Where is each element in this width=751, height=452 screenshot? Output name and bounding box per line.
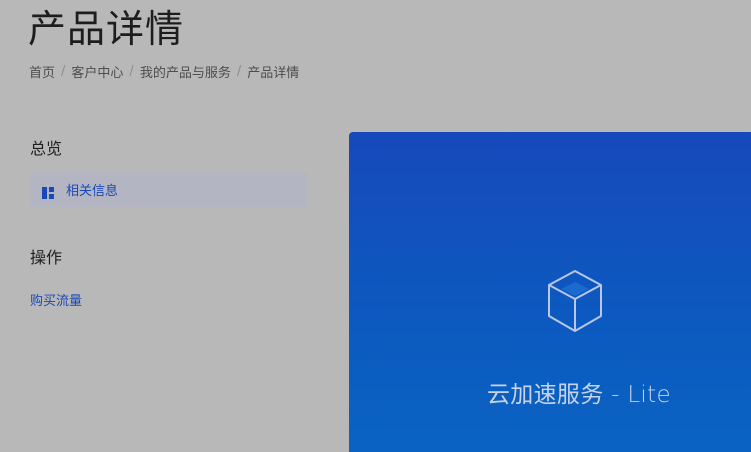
breadcrumb-home[interactable]: 首页 <box>29 62 55 81</box>
product-name: 云加速服务 - Lite <box>487 382 671 408</box>
breadcrumb: 首页 / 客户中心 / 我的产品与服务 / 产品详情 <box>29 62 299 81</box>
product-hero-banner: 云加速服务 - Lite <box>349 132 751 452</box>
overview-heading: 总览 <box>30 139 63 158</box>
sidebar-item-related-info[interactable]: 相关信息 <box>30 172 307 207</box>
page-title: 产品详情 <box>28 7 185 51</box>
breadcrumb-customer-center[interactable]: 客户中心 <box>71 62 123 81</box>
dashboard-icon <box>42 184 54 199</box>
actions-heading: 操作 <box>30 248 63 267</box>
buy-traffic-link[interactable]: 购买流量 <box>30 290 82 309</box>
breadcrumb-current: 产品详情 <box>247 66 300 81</box>
sidebar-item-label: 相关信息 <box>66 184 119 199</box>
breadcrumb-separator: / <box>129 64 134 79</box>
breadcrumb-my-products[interactable]: 我的产品与服务 <box>140 62 231 81</box>
cube-icon <box>545 268 605 334</box>
breadcrumb-separator: / <box>61 64 66 79</box>
breadcrumb-separator: / <box>236 64 242 79</box>
